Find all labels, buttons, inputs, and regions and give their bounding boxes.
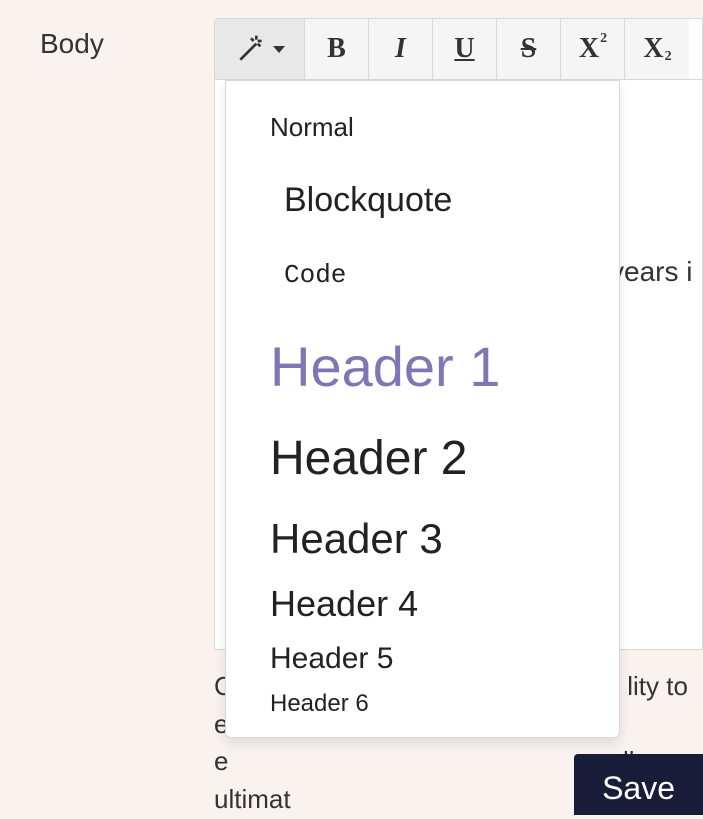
style-option-normal[interactable]: Normal [226, 95, 619, 162]
bold-button[interactable]: B [305, 19, 369, 79]
chevron-down-icon [273, 46, 285, 53]
italic-button[interactable]: I [369, 19, 433, 79]
subscript-base: X [643, 33, 663, 65]
hint-line2-left: e [214, 746, 228, 776]
style-option-header-6[interactable]: Header 6 [226, 683, 619, 727]
style-option-code[interactable]: Code [226, 243, 619, 314]
body-field-label: Body [40, 28, 104, 60]
save-button[interactable]: Save [574, 754, 703, 815]
subscript-button[interactable]: X2 [625, 19, 689, 79]
style-dropdown-menu: Normal Blockquote Code Header 1 Header 2… [225, 80, 620, 738]
subscript-exp: 2 [665, 49, 672, 65]
underline-button[interactable]: U [433, 19, 497, 79]
style-option-header-3[interactable]: Header 3 [226, 502, 619, 574]
superscript-exp: 2 [600, 31, 607, 47]
style-option-blockquote[interactable]: Blockquote [226, 162, 619, 243]
superscript-button[interactable]: X2 [561, 19, 625, 79]
magic-wand-icon [235, 33, 267, 65]
superscript-base: X [579, 33, 599, 65]
style-option-header-1[interactable]: Header 1 [226, 314, 619, 418]
style-option-header-2[interactable]: Header 2 [226, 417, 619, 502]
style-dropdown-button[interactable] [215, 19, 305, 79]
editor-toolbar: B I U S X2 X2 [214, 18, 703, 80]
style-option-header-5[interactable]: Header 5 [226, 634, 619, 683]
style-option-header-4[interactable]: Header 4 [226, 574, 619, 634]
hint-line2-right: ll ultimat [214, 746, 635, 814]
strikethrough-button[interactable]: S [497, 19, 561, 79]
editor-text-fragment: years i [610, 256, 692, 288]
